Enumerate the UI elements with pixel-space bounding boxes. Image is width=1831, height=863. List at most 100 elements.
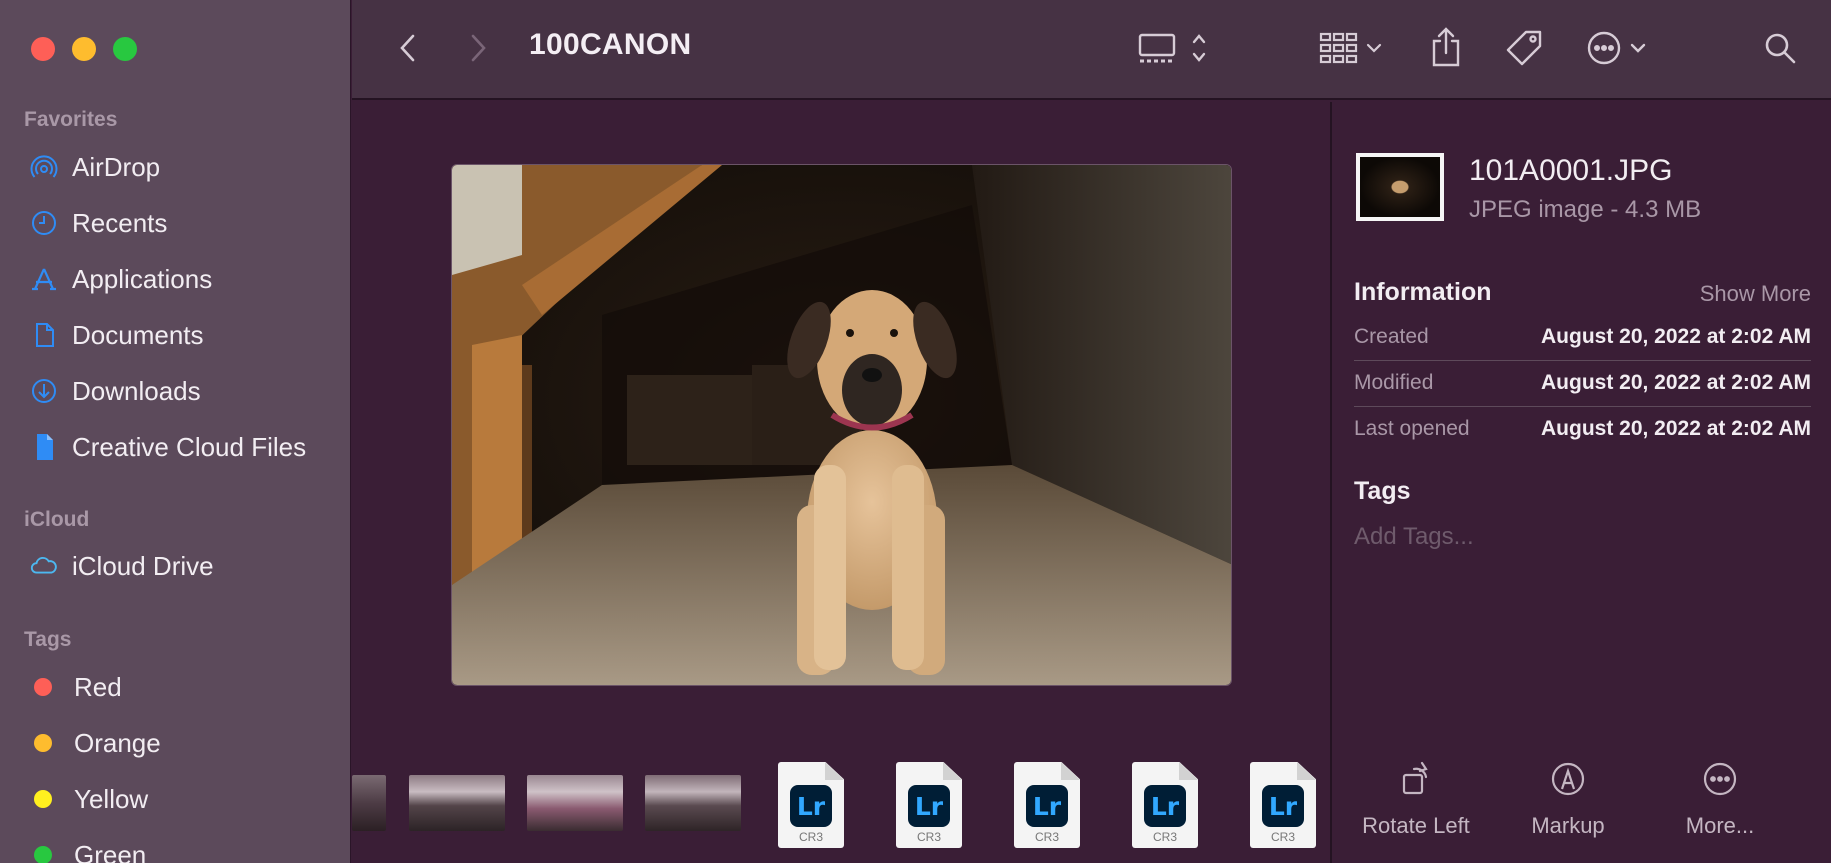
lightroom-icon: Lr [1262,785,1304,827]
info-key: Created [1354,325,1429,348]
filmstrip-thumbnail[interactable] [409,775,505,831]
tag-icon[interactable] [1502,26,1546,70]
sidebar-item-tag-green[interactable]: Green [28,835,146,863]
info-row-last-opened: Last opened August 20, 2022 at 2:02 AM [1354,406,1811,452]
file-kind: JPEG image - 4.3 MB [1469,196,1702,223]
info-row-modified: Modified August 20, 2022 at 2:02 AM [1354,360,1811,406]
sidebar-item-label: Orange [74,727,161,758]
share-icon[interactable] [1426,24,1466,70]
sidebar-item-tag-red[interactable]: Red [28,667,122,707]
lightroom-icon: Lr [1144,785,1186,827]
sidebar-item-label: Red [74,671,122,702]
sidebar-item-label: Applications [72,263,213,294]
window-title: 100CANON [529,28,692,61]
sidebar-item-label: Documents [72,319,204,350]
lightroom-icon: Lr [908,785,950,827]
file-extension: CR3 [1152,830,1177,844]
lightroom-icon: Lr [790,785,832,827]
sidebar-item-label: Green [74,839,147,863]
cloud-icon [28,550,60,582]
file-extension: CR3 [1034,830,1059,844]
sidebar-item-label: Yellow [74,783,149,814]
lightroom-icon: Lr [1026,785,1068,827]
info-value: August 20, 2022 at 2:02 AM [1541,417,1811,440]
markup-icon [1493,757,1643,801]
show-more-link[interactable]: Show More [1700,281,1811,307]
cr3-file-thumbnail[interactable]: Lr CR3 [1250,762,1316,848]
action-label: Rotate Left [1362,813,1470,838]
tag-color-dot [34,790,52,808]
info-key: Last opened [1354,417,1470,440]
back-icon[interactable] [394,30,422,66]
more-icon[interactable] [1586,28,1656,68]
filmstrip-thumbnail[interactable] [352,775,386,831]
page-fold [943,762,962,780]
search-icon[interactable] [1760,28,1800,68]
info-row-created: Created August 20, 2022 at 2:02 AM [1354,314,1811,360]
page-fold [825,762,844,780]
action-label: More... [1685,813,1755,838]
cr3-file-thumbnail[interactable]: Lr CR3 [1132,762,1198,848]
more-circle-icon [1645,757,1795,801]
sidebar-item-tag-orange[interactable]: Orange [28,723,161,763]
add-tags-field[interactable]: Add Tags... [1354,523,1474,551]
page-fold [1297,762,1316,780]
file-extension: CR3 [916,830,941,844]
info-value: August 20, 2022 at 2:02 AM [1541,371,1811,394]
file-name: 101A0001.JPG [1469,154,1673,187]
more-actions-button[interactable]: More... [1645,757,1795,839]
zoom-window-button[interactable] [113,37,137,61]
applications-icon [28,263,60,295]
toolbar: 100CANON [352,0,1831,100]
sidebar-item-recents[interactable]: Recents [28,203,167,243]
sidebar-item-label: AirDrop [72,151,161,182]
sidebar-item-creative-cloud-files[interactable]: Creative Cloud Files [28,427,306,467]
window-controls [31,37,137,61]
file-thumbnail [1356,153,1444,221]
filmstrip-thumbnail[interactable] [645,775,741,831]
inspector-panel: 101A0001.JPG JPEG image - 4.3 MB Informa… [1330,102,1831,863]
view-gallery-icon[interactable] [1135,28,1215,68]
sidebar-item-tag-yellow[interactable]: Yellow [28,779,148,819]
rotate-left-button[interactable]: Rotate Left [1341,757,1491,839]
file-extension: CR3 [798,830,823,844]
cr3-file-thumbnail[interactable]: Lr CR3 [896,762,962,848]
preview-area: Lr CR3 Lr CR3 Lr CR3 Lr CR3 Lr CR3 [352,102,1330,863]
preview-image[interactable] [451,164,1232,686]
page-fold [1179,762,1198,780]
sidebar-item-airdrop[interactable]: AirDrop [28,147,160,187]
action-label: Markup [1531,813,1605,838]
airdrop-icon [28,151,60,183]
rotate-left-icon [1341,757,1491,801]
sidebar-item-label: Downloads [72,375,201,406]
sidebar-item-icloud-drive[interactable]: iCloud Drive [28,546,214,586]
sidebar: Favorites AirDrop Recents Applications D… [0,0,351,863]
cr3-file-thumbnail[interactable]: Lr CR3 [1014,762,1080,848]
tags-section-title: Tags [24,628,72,651]
favorites-section-title: Favorites [24,108,118,131]
tag-color-dot [34,846,52,863]
file-extension: CR3 [1270,830,1295,844]
sidebar-item-downloads[interactable]: Downloads [28,371,201,411]
close-window-button[interactable] [31,37,55,61]
document-icon [28,319,60,351]
info-key: Modified [1354,371,1434,394]
cr3-file-thumbnail[interactable]: Lr CR3 [778,762,844,848]
tags-title: Tags [1354,477,1411,505]
information-title: Information [1354,278,1492,306]
page-fold [1061,762,1080,780]
sidebar-item-label: iCloud Drive [72,550,214,581]
sidebar-item-documents[interactable]: Documents [28,315,204,355]
markup-button[interactable]: Markup [1493,757,1643,839]
tag-color-dot [34,678,52,696]
group-icon[interactable] [1318,28,1390,68]
sidebar-item-label: Recents [72,207,168,238]
minimize-window-button[interactable] [72,37,96,61]
info-value: August 20, 2022 at 2:02 AM [1541,325,1811,348]
filmstrip-thumbnail[interactable] [527,775,623,831]
tag-color-dot [34,734,52,752]
file-icon [28,431,60,463]
download-icon [28,375,60,407]
forward-icon[interactable] [464,30,492,66]
sidebar-item-applications[interactable]: Applications [28,259,212,299]
